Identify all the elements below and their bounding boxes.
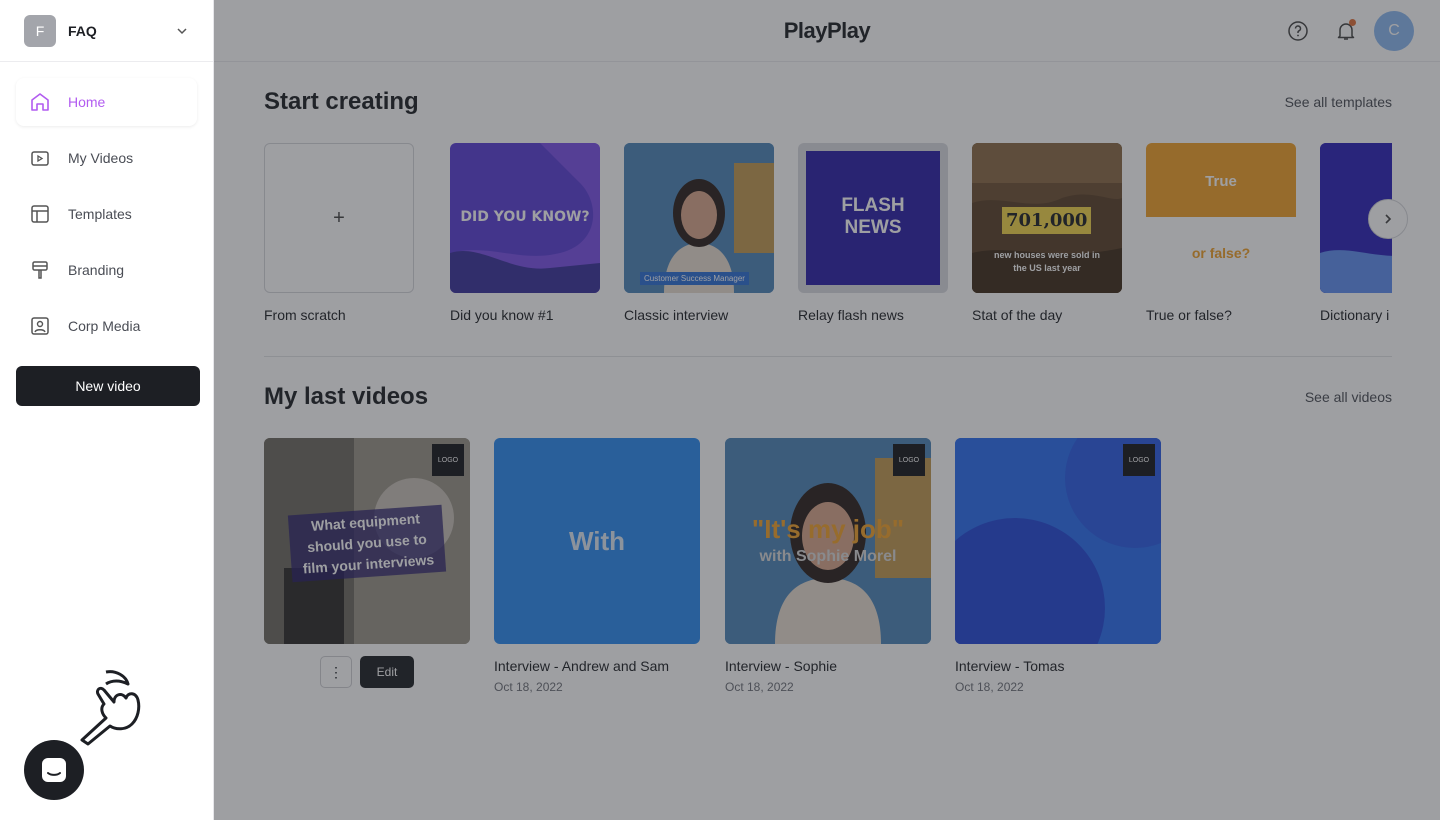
start-creating-header: Start creating See all templates bbox=[264, 88, 1392, 116]
chat-icon bbox=[42, 758, 66, 782]
video-title[interactable]: Interview - Sophie bbox=[725, 658, 931, 674]
nav-item-branding[interactable]: Branding bbox=[16, 246, 197, 294]
notification-dot bbox=[1349, 19, 1356, 26]
video-title[interactable]: Interview - Andrew and Sam bbox=[494, 658, 700, 674]
template-thumb: True or false? bbox=[1146, 143, 1296, 293]
section-divider bbox=[264, 356, 1392, 357]
chat-launcher-button[interactable] bbox=[24, 740, 84, 800]
video-date: Oct 18, 2022 bbox=[955, 680, 1024, 694]
stat-caption: new houses were sold in the US last year bbox=[993, 250, 1101, 273]
interview-photo bbox=[624, 143, 774, 293]
template-thumb: FLASH NEWS bbox=[798, 143, 948, 293]
nav-label: Templates bbox=[68, 206, 132, 222]
video-thumb: "It's my job" with Sophie Morel LOGO bbox=[725, 438, 931, 644]
workspace-name: FAQ bbox=[68, 22, 97, 39]
section-title: Start creating bbox=[264, 88, 419, 115]
template-thumb: 701,000 new houses were sold in the US l… bbox=[972, 143, 1122, 293]
video-caption: With bbox=[568, 526, 626, 556]
video-card[interactable]: LOGO Interview - Tomas Oct 18, 2022 bbox=[955, 438, 1161, 694]
nav-label: Corp Media bbox=[68, 318, 141, 334]
new-video-button[interactable]: New video bbox=[16, 366, 200, 406]
top-bar: PlayPlay C bbox=[214, 0, 1440, 62]
template-label: Stat of the day bbox=[972, 307, 1063, 323]
nav-label: Branding bbox=[68, 262, 125, 278]
logo-badge: LOGO bbox=[893, 444, 925, 476]
avatar[interactable]: C bbox=[1374, 11, 1414, 51]
more-options-button[interactable]: ⋮ bbox=[320, 656, 352, 688]
last-videos-header: My last videos See all videos bbox=[264, 383, 1392, 411]
video-card[interactable]: What equipment should you use to film yo… bbox=[264, 438, 470, 688]
nav-item-home[interactable]: Home bbox=[16, 78, 197, 126]
templates-carousel: + From scratch DID YOU KNOW? Did you kno… bbox=[264, 143, 1392, 333]
logo-badge: LOGO bbox=[1123, 444, 1155, 476]
flash-news-text: FLASH NEWS bbox=[841, 195, 905, 238]
template-card[interactable]: 701,000 new houses were sold in the US l… bbox=[972, 143, 1122, 323]
nav-item-templates[interactable]: Templates bbox=[16, 190, 197, 238]
template-icon bbox=[31, 205, 49, 223]
top-icons: C bbox=[1270, 11, 1414, 51]
help-button[interactable] bbox=[1278, 11, 1318, 51]
chevron-down-icon bbox=[177, 27, 187, 34]
hand-pointer-icon bbox=[80, 670, 141, 746]
section-title: My last videos bbox=[264, 383, 429, 410]
template-card[interactable]: True or false? True or false? bbox=[1146, 143, 1296, 323]
did-you-know-text: DID YOU KNOW? bbox=[460, 209, 590, 225]
video-thumb: With bbox=[494, 438, 700, 644]
template-label: True or false? bbox=[1146, 307, 1232, 323]
video-caption: What equipment should you use to film yo… bbox=[287, 504, 447, 583]
template-thumb: DID YOU KNOW? bbox=[450, 143, 600, 293]
brush-icon bbox=[32, 261, 48, 279]
chevron-right-icon bbox=[1385, 214, 1392, 224]
help-icon bbox=[1288, 21, 1308, 41]
see-all-videos-link[interactable]: See all videos bbox=[1305, 389, 1392, 405]
template-thumb: Customer Success Manager bbox=[624, 143, 774, 293]
see-all-templates-link[interactable]: See all templates bbox=[1285, 94, 1392, 110]
logo-badge: LOGO bbox=[432, 444, 464, 476]
edit-button[interactable]: Edit bbox=[360, 656, 414, 688]
main-content: PlayPlay C Start creating See all templa… bbox=[214, 0, 1440, 820]
video-caption: "It's my job" bbox=[751, 514, 905, 544]
video-icon bbox=[31, 151, 49, 166]
lower-third-label: Customer Success Manager bbox=[640, 272, 749, 285]
video-date: Oct 18, 2022 bbox=[494, 680, 563, 694]
workspace-switcher[interactable]: F FAQ bbox=[0, 0, 213, 62]
template-card[interactable]: DID YOU KNOW? Did you know #1 bbox=[450, 143, 600, 323]
playplay-logo[interactable]: PlayPlay bbox=[214, 18, 1440, 44]
template-card[interactable]: + From scratch bbox=[264, 143, 414, 323]
home-icon bbox=[31, 93, 49, 111]
template-card[interactable]: Customer Success Manager Classic intervi… bbox=[624, 143, 774, 323]
video-thumb: What equipment should you use to film yo… bbox=[264, 438, 470, 644]
template-label: Classic interview bbox=[624, 307, 729, 323]
main-nav: Home My Videos Templates Branding Corp M… bbox=[0, 62, 213, 350]
nav-item-corp-media[interactable]: Corp Media bbox=[16, 302, 197, 350]
notifications-button[interactable] bbox=[1326, 11, 1366, 51]
workspace-badge: F bbox=[24, 14, 56, 47]
template-label: Did you know #1 bbox=[450, 307, 554, 323]
true-text: True bbox=[1205, 173, 1237, 190]
or-false-text: or false? bbox=[1191, 245, 1251, 261]
image-icon bbox=[31, 317, 49, 335]
video-actions: ⋮ Edit bbox=[264, 656, 470, 688]
nav-item-my-videos[interactable]: My Videos bbox=[16, 134, 197, 182]
carousel-next-button[interactable] bbox=[1368, 199, 1408, 239]
video-date: Oct 18, 2022 bbox=[725, 680, 794, 694]
template-card[interactable]: FLASH NEWS Relay flash news bbox=[798, 143, 948, 323]
template-label: Dictionary i bbox=[1320, 307, 1390, 323]
nav-label: My Videos bbox=[68, 150, 134, 166]
template-label: From scratch bbox=[264, 307, 346, 323]
video-thumb: LOGO bbox=[955, 438, 1161, 644]
video-subcaption: with Sophie Morel bbox=[759, 548, 897, 565]
stat-number: 701,000 bbox=[1002, 207, 1092, 234]
template-label: Relay flash news bbox=[798, 307, 904, 323]
nav-label: Home bbox=[68, 94, 106, 110]
video-title[interactable]: Interview - Tomas bbox=[955, 658, 1161, 674]
video-card[interactable]: "It's my job" with Sophie Morel LOGO Int… bbox=[725, 438, 931, 694]
video-card[interactable]: With Interview - Andrew and Sam Oct 18, … bbox=[494, 438, 700, 694]
from-scratch-thumb: + bbox=[264, 143, 414, 293]
